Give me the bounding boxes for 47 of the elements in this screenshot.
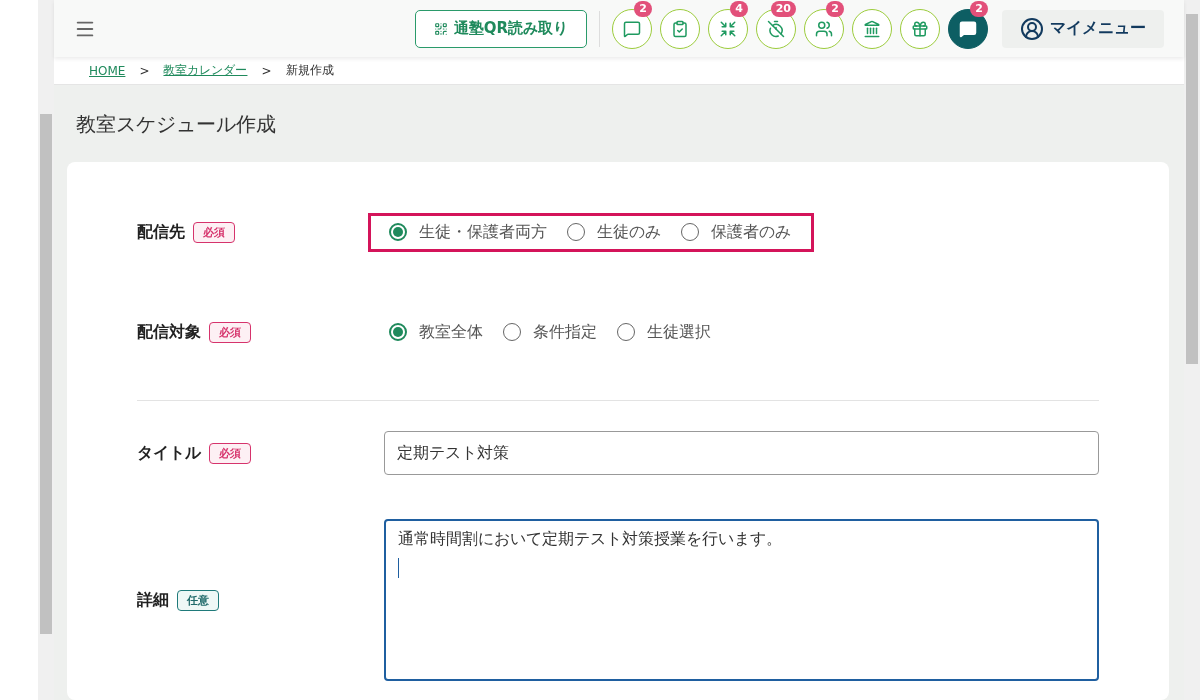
radio-option[interactable]: 生徒選択: [617, 321, 711, 343]
qr-icon: [433, 21, 448, 36]
radio-option[interactable]: 保護者のみ: [681, 221, 791, 243]
radio-option[interactable]: 生徒・保護者両方: [389, 221, 547, 243]
radio-option[interactable]: 生徒のみ: [567, 221, 661, 243]
breadcrumb-text: 新規作成: [285, 62, 334, 79]
scrollbar[interactable]: [1184, 0, 1200, 700]
breadcrumb-text: >: [139, 63, 150, 78]
my-menu-button[interactable]: マイメニュー: [1002, 9, 1164, 48]
field-label: 配信対象: [137, 321, 201, 343]
radio-button[interactable]: [389, 323, 407, 341]
arrows-inward-icon: [719, 19, 737, 38]
group-icon: [815, 19, 833, 38]
qr-scan-button[interactable]: 通塾QR読み取り: [414, 9, 587, 48]
building-button[interactable]: [852, 8, 892, 49]
page-title: 教室スケジュール作成: [76, 111, 277, 138]
checklist-icon: [671, 19, 689, 38]
gift-button[interactable]: [900, 8, 940, 49]
breadcrumb-link[interactable]: HOME: [89, 63, 126, 78]
breadcrumb-text: >: [261, 63, 272, 78]
count-badge: 2: [826, 0, 844, 17]
title-input[interactable]: 定期テスト対策: [384, 431, 1099, 475]
gift-icon: [911, 19, 929, 38]
required-tag: 必須: [209, 442, 251, 464]
required-tag: 必須: [209, 321, 251, 343]
radio-option[interactable]: 条件指定: [503, 321, 597, 343]
timer-off-icon: [767, 19, 785, 38]
text-cursor: [398, 558, 399, 578]
count-badge: 20: [770, 0, 796, 17]
radio-button[interactable]: [389, 223, 407, 241]
chat-icon: [959, 19, 977, 38]
radio-option[interactable]: 教室全体: [389, 321, 483, 343]
detail-textarea[interactable]: 通常時間割において定期テスト対策授業を行います。: [384, 519, 1099, 681]
chat-icon: [623, 19, 641, 38]
field-label: 詳細: [137, 589, 169, 611]
checklist-button[interactable]: [660, 8, 700, 49]
breadcrumb-link[interactable]: 教室カレンダー: [163, 62, 248, 79]
user-icon: [1020, 16, 1044, 41]
optional-tag: 任意: [177, 589, 219, 611]
scrollbar[interactable]: [38, 0, 54, 700]
building-icon: [863, 19, 881, 38]
field-label: タイトル: [137, 442, 201, 464]
required-tag: 必須: [193, 221, 235, 243]
count-badge: 4: [730, 0, 748, 17]
count-badge: 2: [970, 0, 988, 17]
count-badge: 2: [634, 0, 652, 17]
field-label: 配信先: [137, 221, 185, 243]
